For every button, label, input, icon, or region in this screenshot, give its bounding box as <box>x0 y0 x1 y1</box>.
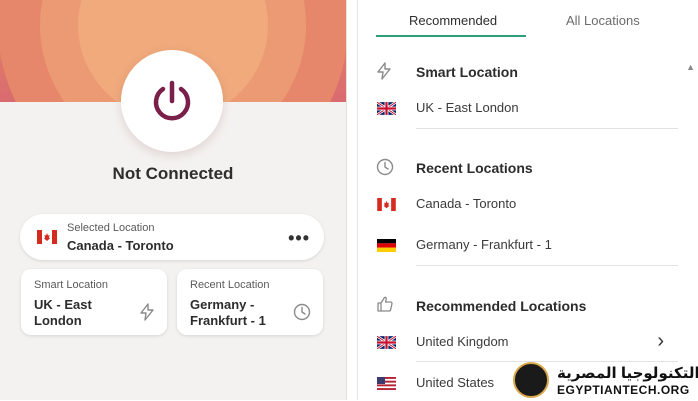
uk-flag-icon <box>377 102 396 115</box>
location-label: UK - East London <box>416 100 519 115</box>
section-title-smart: Smart Location <box>416 64 518 80</box>
watermark-english-text: EGYPTIANTECH.ORG <box>557 383 690 397</box>
watermark-arabic-text: التكنولوجيا المصرية <box>557 365 698 382</box>
section-title-recent: Recent Locations <box>416 160 533 176</box>
power-icon <box>153 80 191 121</box>
locations-panel: Recommended All Locations ▲ Smart Locati… <box>357 0 698 400</box>
connection-panel: Not Connected Selected Location Canada -… <box>0 0 347 400</box>
more-options-icon[interactable]: ••• <box>288 228 310 249</box>
watermark-logo-icon <box>513 362 549 398</box>
tab-recommended[interactable]: Recommended <box>409 13 497 28</box>
recent-location-value-line2: Frankfurt - 1 <box>190 313 266 328</box>
list-item[interactable]: UK - East London <box>358 90 678 126</box>
uk-flag-icon <box>377 336 396 349</box>
us-flag-icon <box>377 377 396 390</box>
active-tab-indicator <box>376 35 526 37</box>
scroll-up-arrow-icon[interactable]: ▲ <box>686 62 695 72</box>
selected-location-label: Selected Location <box>67 222 155 234</box>
location-label: Germany - Frankfurt - 1 <box>416 237 552 252</box>
selected-location-card[interactable]: Selected Location Canada - Toronto ••• <box>20 214 324 260</box>
lightning-icon <box>376 62 392 85</box>
list-item[interactable]: United Kingdom › <box>358 324 678 360</box>
thumbs-up-icon <box>376 295 394 318</box>
list-item[interactable]: Canada - Toronto <box>358 186 678 222</box>
smart-location-card[interactable]: Smart Location UK - East London <box>21 269 167 335</box>
clock-icon <box>376 158 394 181</box>
recent-location-label: Recent Location <box>190 279 270 291</box>
divider <box>416 128 678 129</box>
location-label: United States <box>416 375 495 390</box>
chevron-right-icon[interactable]: › <box>657 330 664 353</box>
location-label: Canada - Toronto <box>416 196 517 211</box>
selected-location-value: Canada - Toronto <box>67 238 174 253</box>
list-item[interactable]: Germany - Frankfurt - 1 <box>358 227 678 263</box>
watermark: التكنولوجيا المصرية EGYPTIANTECH.ORG <box>513 362 698 400</box>
recent-location-value-line1: Germany - <box>190 297 255 312</box>
location-label: United Kingdom <box>416 334 509 349</box>
clock-icon <box>293 303 311 326</box>
smart-location-value-line2: London <box>34 313 82 328</box>
canada-flag-icon <box>37 230 57 244</box>
connection-status: Not Connected <box>112 164 234 183</box>
section-title-recommended: Recommended Locations <box>416 298 587 314</box>
power-button[interactable] <box>121 50 223 152</box>
canada-flag-icon <box>377 198 396 211</box>
divider <box>416 265 678 266</box>
smart-location-label: Smart Location <box>34 279 108 291</box>
recent-location-card[interactable]: Recent Location Germany - Frankfurt - 1 <box>177 269 323 335</box>
tab-all-locations[interactable]: All Locations <box>566 13 640 28</box>
smart-location-value-line1: UK - East <box>34 297 92 312</box>
location-tabs: Recommended All Locations <box>358 0 688 38</box>
germany-flag-icon <box>377 239 396 252</box>
lightning-icon <box>139 303 155 326</box>
